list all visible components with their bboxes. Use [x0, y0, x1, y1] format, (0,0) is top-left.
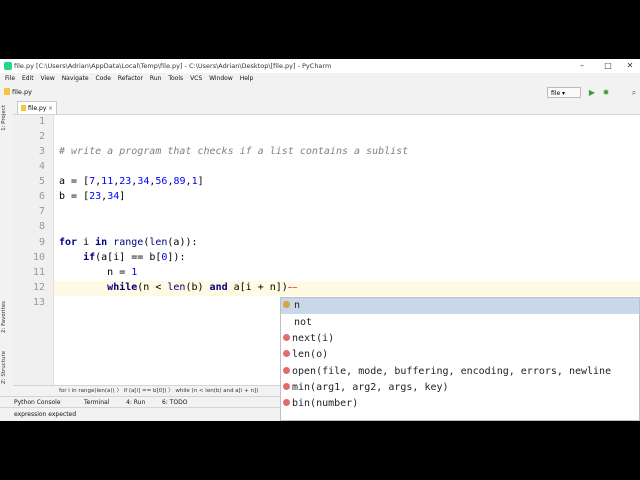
tab-file-py[interactable]: file.py × [17, 101, 57, 114]
line-number: 9 [38, 237, 45, 248]
line-number-gutter: 1 2 3 4 5 6 7 8 9 10 11 12 13 [13, 115, 54, 385]
search-icon[interactable]: ⌕ [629, 88, 639, 98]
python-file-icon [21, 105, 26, 111]
code-line-6: b = [23,34] [59, 191, 126, 202]
line-number: 10 [32, 252, 45, 263]
autocomplete-item[interactable]: n [281, 298, 639, 314]
variable-icon [283, 301, 290, 308]
autocomplete-item[interactable]: len(o) [281, 347, 639, 363]
line-number: 1 [38, 116, 45, 127]
menu-view[interactable]: View [41, 73, 55, 85]
autocomplete-item[interactable]: not [281, 315, 639, 331]
function-icon [283, 334, 290, 341]
menu-tools[interactable]: Tools [168, 73, 183, 85]
line-number: 13 [32, 297, 45, 308]
navigation-bar: file.py file ▾ ▶ ✹ ⌕ [0, 85, 640, 102]
nav-breadcrumb[interactable]: file.py [4, 88, 32, 96]
favorites-tool-tab[interactable]: 2: Favorites [1, 301, 7, 333]
line-number: 4 [38, 161, 45, 172]
maximize-button[interactable]: □ [596, 59, 620, 73]
close-button[interactable]: ✕ [618, 59, 640, 73]
line-number: 7 [38, 206, 45, 217]
run-icon[interactable]: ▶ [587, 88, 597, 98]
line-number: 8 [38, 221, 45, 232]
code-line-5: a = [7,11,23,34,56,89,1] [59, 176, 204, 187]
code-line-9: for i in range(len(a)): [59, 237, 198, 248]
function-icon [283, 367, 290, 374]
python-file-icon [4, 88, 10, 95]
code-line-10: if(a[i] == b[0]): [83, 252, 186, 263]
menu-code[interactable]: Code [96, 73, 111, 85]
menu-refactor[interactable]: Refactor [118, 73, 143, 85]
line-number: 5 [38, 176, 45, 187]
line-number: 6 [38, 191, 45, 202]
menu-navigate[interactable]: Navigate [62, 73, 89, 85]
function-icon [283, 383, 290, 390]
run-configuration-select[interactable]: file ▾ [547, 87, 581, 98]
autocomplete-item[interactable]: min(arg1, arg2, args, key) [281, 380, 639, 396]
code-line-3: # write a program that checks if a list … [59, 146, 409, 157]
code-line-11: n = 1 [107, 267, 138, 278]
editor-tab-bar: file.py × [13, 101, 640, 115]
close-tab-icon[interactable]: × [48, 102, 53, 115]
menu-window[interactable]: Window [209, 73, 233, 85]
menu-vcs[interactable]: VCS [190, 73, 202, 85]
menu-file[interactable]: File [5, 73, 15, 85]
structure-tool-tab[interactable]: Z: Structure [1, 351, 7, 384]
debug-icon[interactable]: ✹ [601, 88, 611, 98]
function-icon [283, 350, 290, 357]
error-underline: ~~ [287, 283, 298, 292]
code-breadcrumb[interactable]: for i in range(len(a)) 〉 if (a[i] == b[0… [59, 388, 258, 394]
line-number: 2 [38, 131, 45, 142]
line-number: 12 [32, 282, 45, 293]
left-tool-strip: 1: Project 2: Favorites Z: Structure [0, 101, 14, 401]
menu-run[interactable]: Run [150, 73, 162, 85]
autocomplete-item[interactable]: bin(number) [281, 396, 639, 412]
line-number: 11 [32, 267, 45, 278]
function-icon [283, 399, 290, 406]
menu-bar: File Edit View Navigate Code Refactor Ru… [0, 73, 640, 85]
autocomplete-item[interactable]: open(file, mode, buffering, encoding, er… [281, 364, 639, 380]
menu-edit[interactable]: Edit [22, 73, 34, 85]
title-bar: file.py [C:\Users\Adrian\AppData\Local\T… [0, 59, 640, 73]
project-tool-tab[interactable]: 1: Project [1, 105, 7, 131]
autocomplete-item[interactable]: next(i) [281, 331, 639, 347]
pycharm-logo-icon [4, 62, 12, 70]
status-message: expression expected [14, 411, 77, 418]
menu-help[interactable]: Help [240, 73, 254, 85]
line-number: 3 [38, 146, 45, 157]
minimize-button[interactable]: – [570, 59, 594, 73]
autocomplete-popup: n not next(i) len(o) open(file, mode, bu… [280, 297, 640, 421]
window-title: file.py [C:\Users\Adrian\AppData\Local\T… [14, 62, 332, 70]
code-line-12: while(n < len(b) and a[i + n])~~ [107, 282, 298, 293]
